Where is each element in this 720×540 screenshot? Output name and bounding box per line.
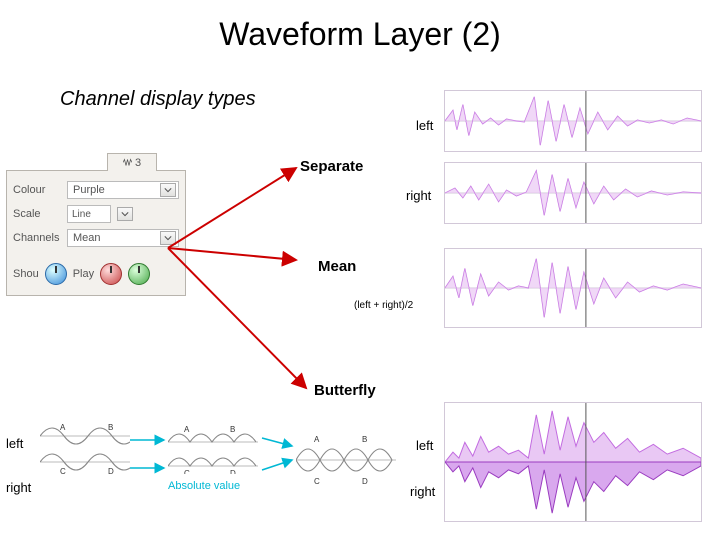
knob-green[interactable]	[128, 263, 150, 285]
channels-value: Mean	[73, 232, 101, 244]
svg-text:C: C	[184, 469, 190, 474]
show-row: Shou Play	[13, 263, 179, 285]
colour-select[interactable]: Purple	[67, 181, 179, 199]
label-right-bf: right	[410, 484, 435, 499]
svg-text:A: A	[184, 425, 190, 434]
waveform-mean	[444, 248, 702, 328]
scale-select[interactable]: Line	[67, 205, 111, 223]
panel-tab[interactable]: 3	[107, 153, 157, 171]
svg-text:C: C	[314, 477, 320, 486]
mini-right-label: right	[6, 480, 31, 495]
scale-value: Line	[72, 209, 91, 220]
chevron-down-icon[interactable]	[117, 207, 133, 221]
mini-abs-ab-cd: A B C D	[168, 424, 258, 474]
svg-text:A: A	[314, 435, 320, 444]
play-knob[interactable]	[45, 263, 67, 285]
label-right-sep: right	[406, 188, 431, 203]
knob-red[interactable]	[100, 263, 122, 285]
waveform-icon	[123, 158, 132, 167]
show-label: Shou	[13, 268, 39, 280]
abs-value-label: Absolute value	[168, 480, 240, 492]
label-left-bf: left	[416, 438, 433, 453]
chevron-down-icon	[160, 183, 176, 197]
row-scale: Scale Line	[13, 205, 179, 223]
letter-d: D	[108, 467, 114, 474]
label-butterfly: Butterfly	[314, 382, 376, 399]
colour-value: Purple	[73, 184, 105, 196]
subtitle: Channel display types	[60, 88, 256, 111]
play-label: Play	[73, 268, 94, 280]
row-channels: Channels Mean	[13, 229, 179, 247]
waveform-separate-left	[444, 90, 702, 152]
chevron-down-icon	[160, 231, 176, 245]
svg-text:D: D	[362, 477, 368, 486]
row-label-channels: Channels	[13, 232, 61, 244]
label-left-sep: left	[416, 118, 433, 133]
letter-a: A	[60, 424, 66, 432]
panel-tab-label: 3	[135, 157, 141, 169]
svg-text:B: B	[362, 435, 367, 444]
row-label-colour: Colour	[13, 184, 61, 196]
svg-text:B: B	[230, 425, 235, 434]
letter-b: B	[108, 424, 113, 432]
label-mean-formula: (left + right)/2	[354, 300, 413, 311]
mini-left-label: left	[6, 436, 23, 451]
mini-butterfly-result: A B C D	[296, 430, 396, 490]
letter-c: C	[60, 467, 66, 474]
waveform-separate-right	[444, 162, 702, 224]
page-title: Waveform Layer (2)	[0, 0, 720, 53]
label-separate: Separate	[300, 158, 363, 175]
svg-text:D: D	[230, 469, 236, 474]
row-label-scale: Scale	[13, 208, 61, 220]
channels-select[interactable]: Mean	[67, 229, 179, 247]
label-mean: Mean	[318, 258, 356, 275]
row-colour: Colour Purple	[13, 181, 179, 199]
settings-panel: 3 Colour Purple Scale Line Channels Mean…	[6, 170, 186, 296]
waveform-butterfly	[444, 402, 702, 522]
mini-sines-ab-cd: A B C D	[40, 424, 130, 474]
